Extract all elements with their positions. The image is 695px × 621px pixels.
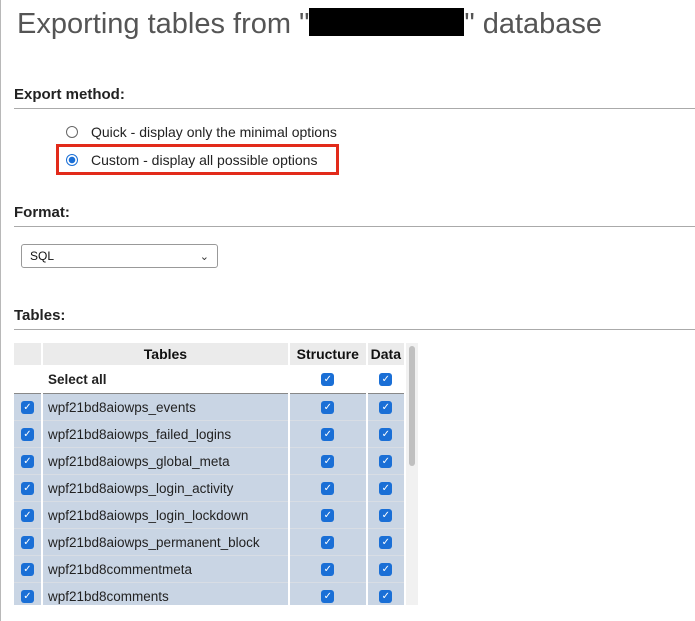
radio-quick-label: Quick - display only the minimal options bbox=[91, 124, 337, 140]
row-structure-checkbox[interactable]: ✓ bbox=[321, 536, 335, 550]
row-data-checkbox[interactable]: ✓ bbox=[379, 563, 393, 577]
row-data-cell: ✓ bbox=[367, 421, 404, 448]
select-all-label: Select all bbox=[42, 365, 288, 394]
row-data-checkbox[interactable]: ✓ bbox=[379, 509, 393, 523]
row-select-checkbox[interactable]: ✓ bbox=[20, 536, 34, 550]
select-all-row: Select all ✓ ✓ bbox=[14, 365, 404, 394]
table-header-row: Tables Structure Data bbox=[14, 343, 404, 365]
title-prefix: Exporting tables from " bbox=[17, 8, 310, 40]
row-data-checkbox[interactable]: ✓ bbox=[379, 401, 393, 415]
header-tables: Tables bbox=[42, 343, 288, 365]
row-structure-checkbox[interactable]: ✓ bbox=[321, 509, 335, 523]
table-scrollbar-thumb[interactable] bbox=[409, 346, 415, 466]
row-select-cell: ✓ bbox=[14, 475, 41, 502]
row-data-cell: ✓ bbox=[367, 556, 404, 583]
row-structure-cell: ✓ bbox=[289, 529, 366, 556]
table-row: ✓ wpf21bd8commentmeta ✓ ✓ bbox=[14, 556, 404, 583]
row-structure-checkbox[interactable]: ✓ bbox=[321, 563, 335, 577]
row-select-checkbox[interactable]: ✓ bbox=[20, 428, 34, 442]
row-data-cell: ✓ bbox=[367, 583, 404, 605]
select-all-structure-checkbox[interactable]: ✓ bbox=[321, 373, 335, 387]
row-select-cell: ✓ bbox=[14, 394, 41, 421]
select-all-structure-cell: ✓ bbox=[289, 365, 366, 394]
table-name: wpf21bd8aiowps_global_meta bbox=[42, 448, 288, 475]
row-structure-checkbox[interactable]: ✓ bbox=[321, 455, 335, 469]
table-name: wpf21bd8aiowps_failed_logins bbox=[42, 421, 288, 448]
table-row: ✓ wpf21bd8aiowps_events ✓ ✓ bbox=[14, 394, 404, 421]
table-name: wpf21bd8aiowps_events bbox=[42, 394, 288, 421]
radio-custom-option[interactable]: Custom - display all possible options bbox=[66, 152, 317, 168]
row-structure-checkbox[interactable]: ✓ bbox=[321, 428, 335, 442]
row-structure-cell: ✓ bbox=[289, 421, 366, 448]
row-structure-cell: ✓ bbox=[289, 502, 366, 529]
format-select[interactable]: SQL ⌄ bbox=[21, 244, 218, 268]
table-row: ✓ wpf21bd8comments ✓ ✓ bbox=[14, 583, 404, 605]
table-row: ✓ wpf21bd8aiowps_failed_logins ✓ ✓ bbox=[14, 421, 404, 448]
radio-quick[interactable] bbox=[66, 126, 78, 138]
row-select-checkbox[interactable]: ✓ bbox=[20, 401, 34, 415]
radio-custom[interactable] bbox=[66, 154, 78, 166]
row-structure-cell: ✓ bbox=[289, 556, 366, 583]
row-select-cell: ✓ bbox=[14, 448, 41, 475]
row-structure-cell: ✓ bbox=[289, 394, 366, 421]
table-name: wpf21bd8aiowps_login_lockdown bbox=[42, 502, 288, 529]
table-name: wpf21bd8comments bbox=[42, 583, 288, 605]
export-method-heading: Export method: bbox=[14, 86, 695, 109]
row-select-checkbox[interactable]: ✓ bbox=[20, 482, 34, 496]
row-data-cell: ✓ bbox=[367, 448, 404, 475]
row-structure-cell: ✓ bbox=[289, 475, 366, 502]
tables-heading: Tables: bbox=[14, 307, 695, 330]
select-all-data-checkbox[interactable]: ✓ bbox=[379, 373, 393, 387]
row-data-cell: ✓ bbox=[367, 502, 404, 529]
select-all-data-cell: ✓ bbox=[367, 365, 404, 394]
format-select-value: SQL bbox=[30, 249, 55, 263]
row-select-checkbox[interactable]: ✓ bbox=[20, 590, 34, 604]
row-structure-cell: ✓ bbox=[289, 448, 366, 475]
row-data-checkbox[interactable]: ✓ bbox=[379, 482, 393, 496]
row-structure-checkbox[interactable]: ✓ bbox=[321, 401, 335, 415]
row-select-cell: ✓ bbox=[14, 502, 41, 529]
table-name: wpf21bd8aiowps_permanent_block bbox=[42, 529, 288, 556]
table-name: wpf21bd8aiowps_login_activity bbox=[42, 475, 288, 502]
table-row: ✓ wpf21bd8aiowps_global_meta ✓ ✓ bbox=[14, 448, 404, 475]
select-all-spacer bbox=[14, 365, 41, 394]
format-heading: Format: bbox=[14, 204, 695, 227]
row-select-checkbox[interactable]: ✓ bbox=[20, 563, 34, 577]
table-name: wpf21bd8commentmeta bbox=[42, 556, 288, 583]
row-structure-checkbox[interactable]: ✓ bbox=[321, 482, 335, 496]
table-row: ✓ wpf21bd8aiowps_permanent_block ✓ ✓ bbox=[14, 529, 404, 556]
radio-quick-option[interactable]: Quick - display only the minimal options bbox=[66, 124, 337, 140]
row-data-cell: ✓ bbox=[367, 394, 404, 421]
left-divider bbox=[0, 0, 1, 621]
row-select-cell: ✓ bbox=[14, 556, 41, 583]
row-data-checkbox[interactable]: ✓ bbox=[379, 455, 393, 469]
row-data-checkbox[interactable]: ✓ bbox=[379, 590, 393, 604]
row-select-checkbox[interactable]: ✓ bbox=[20, 455, 34, 469]
row-select-cell: ✓ bbox=[14, 583, 41, 605]
header-data: Data bbox=[367, 343, 404, 365]
row-data-cell: ✓ bbox=[367, 475, 404, 502]
row-data-checkbox[interactable]: ✓ bbox=[379, 536, 393, 550]
title-suffix: " database bbox=[464, 8, 603, 40]
header-structure: Structure bbox=[289, 343, 366, 365]
redacted-database-name bbox=[309, 8, 465, 36]
row-select-checkbox[interactable]: ✓ bbox=[20, 509, 34, 523]
table-row: ✓ wpf21bd8aiowps_login_activity ✓ ✓ bbox=[14, 475, 404, 502]
radio-custom-label: Custom - display all possible options bbox=[91, 152, 318, 168]
header-check-column bbox=[14, 343, 41, 365]
row-data-checkbox[interactable]: ✓ bbox=[379, 428, 393, 442]
page-title: Exporting tables from " " database bbox=[17, 8, 602, 41]
table-scrollbar[interactable] bbox=[406, 343, 418, 605]
row-structure-cell: ✓ bbox=[289, 583, 366, 605]
chevron-down-icon: ⌄ bbox=[199, 250, 209, 263]
table-row: ✓ wpf21bd8aiowps_login_lockdown ✓ ✓ bbox=[14, 502, 404, 529]
row-select-cell: ✓ bbox=[14, 529, 41, 556]
row-data-cell: ✓ bbox=[367, 529, 404, 556]
row-select-cell: ✓ bbox=[14, 421, 41, 448]
row-structure-checkbox[interactable]: ✓ bbox=[321, 590, 335, 604]
tables-table: Tables Structure Data Select all ✓ ✓ ✓ wp… bbox=[14, 343, 406, 605]
tables-list: Tables Structure Data Select all ✓ ✓ ✓ wp… bbox=[14, 343, 406, 605]
